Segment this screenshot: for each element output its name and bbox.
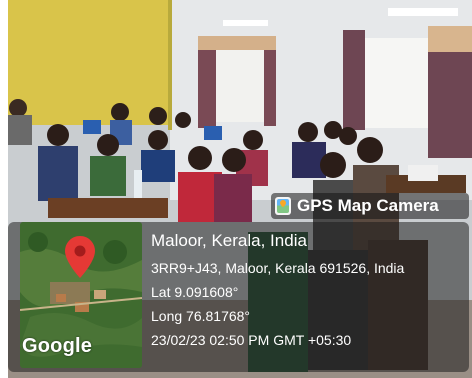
longitude-line: Long 76.81768° [151,308,251,324]
location-info-panel: Google Maloor, Kerala, India 3RR9+J43, M… [8,222,469,372]
datetime-line: 23/02/23 02:50 PM GMT +05:30 [151,332,352,348]
google-logo: Google [22,335,93,357]
gps-map-camera-icon [275,197,291,215]
map-pin-icon [65,236,95,278]
gps-map-camera-badge: GPS Map Camera [271,193,469,219]
location-title: Maloor, Kerala, India [151,231,307,250]
address-line: 3RR9+J43, Maloor, Kerala 691526, India [151,260,405,276]
latitude-line: Lat 9.091608° [151,284,239,300]
satellite-map-thumbnail: Google [20,222,142,368]
app-name: GPS Map Camera [297,196,439,215]
